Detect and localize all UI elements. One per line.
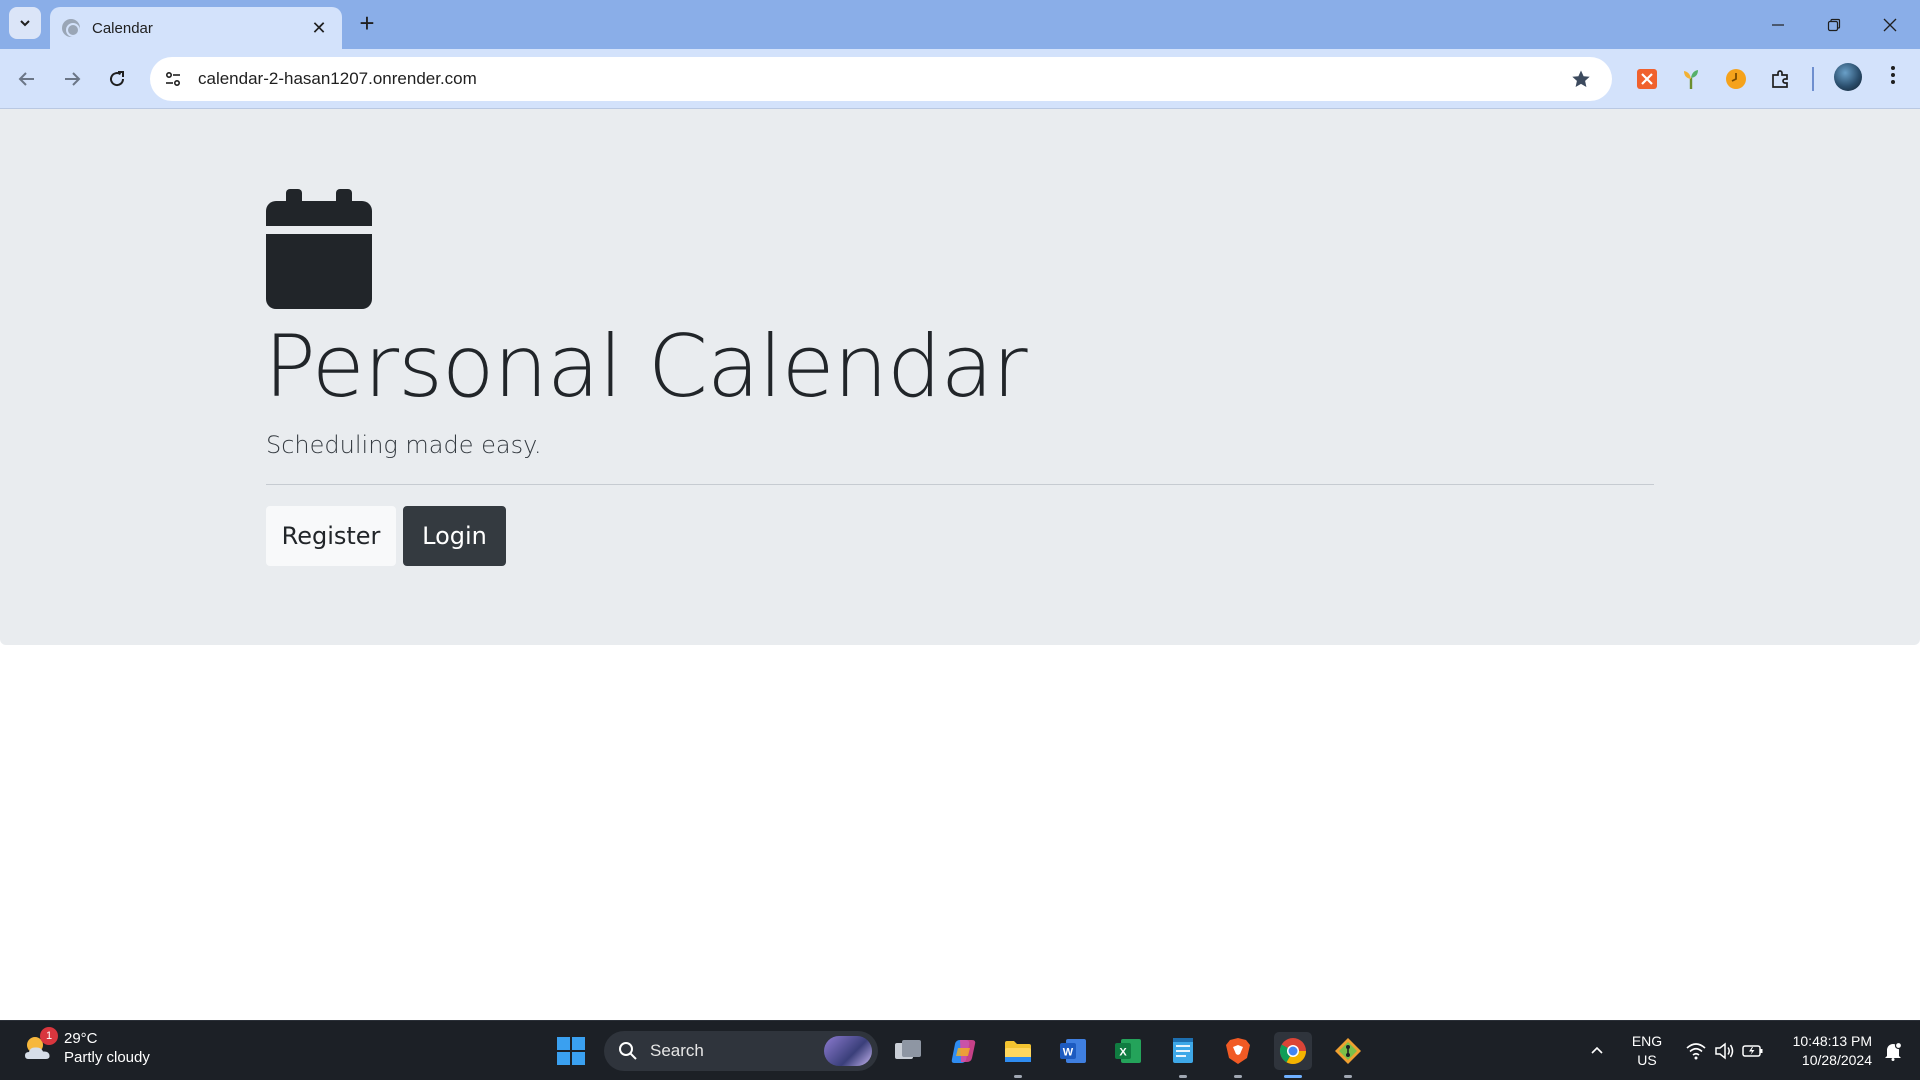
page-viewport: Personal Calendar Scheduling made easy. … [0, 109, 1920, 1020]
globe-icon [62, 19, 80, 37]
close-tab-icon[interactable]: ✕ [308, 18, 330, 39]
puzzle-brand-icon [1637, 69, 1657, 89]
tab-title: Calendar [92, 19, 153, 37]
search-highlight-image [824, 1036, 872, 1066]
notepad-button[interactable] [1164, 1032, 1202, 1078]
close-window-button[interactable] [1862, 0, 1918, 49]
forward-icon [65, 72, 81, 86]
partly-cloudy-icon: 1 [22, 1027, 58, 1065]
excel-button[interactable]: X [1109, 1032, 1147, 1070]
volume-icon [1715, 1042, 1734, 1060]
svg-text:X: X [1119, 1047, 1127, 1059]
notification-bell-icon [1885, 1041, 1903, 1061]
divider [266, 484, 1654, 485]
browser-toolbar: calendar-2-hasan1207.onrender.com [0, 49, 1920, 109]
extensions-button[interactable] [1768, 66, 1794, 92]
file-explorer-button[interactable] [999, 1032, 1037, 1078]
forward-button[interactable] [55, 62, 89, 96]
extensions-icon [1772, 70, 1788, 88]
language-code: ENG [1631, 1033, 1663, 1049]
tab-list-button[interactable] [9, 7, 41, 39]
more-icon [1891, 66, 1895, 84]
back-button[interactable] [10, 62, 44, 96]
timer-icon [1726, 69, 1746, 89]
battery-charging-icon [1742, 1045, 1763, 1057]
start-button[interactable] [552, 1032, 590, 1070]
back-icon [18, 72, 34, 86]
word-icon: W [1060, 1039, 1086, 1063]
star-icon [1572, 70, 1590, 87]
git-button[interactable] [1329, 1032, 1367, 1078]
chevron-down-icon [20, 20, 30, 27]
site-info-icon [165, 71, 181, 87]
quick-settings-button[interactable] [1682, 1021, 1768, 1080]
more-menu-button[interactable] [1880, 63, 1906, 95]
running-indicator [1179, 1075, 1187, 1078]
excel-icon: X [1115, 1039, 1141, 1063]
task-view-button[interactable] [889, 1032, 927, 1070]
minimize-icon [1772, 23, 1784, 26]
search-icon [619, 1042, 637, 1060]
minimize-button[interactable] [1750, 0, 1806, 49]
url-text[interactable]: calendar-2-hasan1207.onrender.com [198, 69, 1564, 89]
task-view-icon [895, 1040, 921, 1059]
profile-avatar[interactable] [1834, 63, 1862, 91]
extension-1-button[interactable] [1634, 66, 1660, 92]
running-indicator [1234, 1075, 1242, 1078]
browser-tab[interactable]: Calendar ✕ [50, 7, 342, 49]
restore-button[interactable] [1806, 0, 1862, 49]
sprout-icon [1684, 70, 1698, 89]
show-hidden-icons-button[interactable] [1584, 1021, 1610, 1080]
extension-2-button[interactable] [1678, 66, 1704, 92]
weather-temperature: 29°C [64, 1030, 98, 1047]
chrome-icon [1279, 1038, 1307, 1065]
copilot-icon [951, 1040, 976, 1063]
restore-icon [1827, 18, 1841, 31]
svg-text:W: W [1063, 1047, 1074, 1059]
running-indicator [1014, 1075, 1022, 1078]
login-button[interactable]: Login [403, 506, 506, 566]
extension-3-button[interactable] [1723, 66, 1749, 92]
windows-start-icon [557, 1037, 585, 1065]
folder-icon [1005, 1041, 1031, 1062]
reload-icon [110, 71, 125, 87]
toolbar-separator [1812, 67, 1814, 91]
git-icon [1335, 1038, 1361, 1064]
clock-time: 10:48:13 PM [1792, 1033, 1872, 1049]
notepad-icon [1173, 1038, 1193, 1063]
weather-condition: Partly cloudy [64, 1049, 150, 1066]
chrome-button[interactable] [1274, 1032, 1312, 1078]
address-bar[interactable]: calendar-2-hasan1207.onrender.com [150, 57, 1612, 101]
clock[interactable]: 10:48:13 PM 10/28/2024 [1786, 1021, 1872, 1080]
chevron-up-icon [1591, 1046, 1603, 1054]
register-button[interactable]: Register [266, 506, 396, 566]
site-info-button[interactable] [156, 62, 190, 96]
active-indicator [1284, 1075, 1302, 1078]
keyboard-region: US [1637, 1052, 1657, 1068]
bookmark-button[interactable] [1564, 62, 1598, 96]
running-indicator [1344, 1075, 1352, 1078]
brave-icon [1226, 1038, 1250, 1064]
wifi-icon [1686, 1043, 1706, 1060]
windows-taskbar: 1 29°C Partly cloudy Search W X ENG US 1… [0, 1020, 1920, 1080]
word-button[interactable]: W [1054, 1032, 1092, 1070]
reload-button[interactable] [100, 62, 134, 96]
weather-text: 29°C Partly cloudy [64, 1029, 150, 1067]
jumbotron: Personal Calendar Scheduling made easy. … [0, 109, 1920, 645]
input-language-indicator[interactable]: ENG US [1624, 1021, 1670, 1080]
calendar-icon [266, 189, 372, 309]
page-title: Personal Calendar [264, 317, 1028, 417]
notifications-button[interactable] [1878, 1021, 1908, 1080]
search-label: Search [650, 1041, 704, 1060]
page-tagline: Scheduling made easy. [266, 431, 542, 459]
copilot-button[interactable] [944, 1032, 982, 1070]
weather-widget[interactable]: 1 29°C Partly cloudy [22, 1027, 150, 1067]
new-tab-button[interactable]: + [352, 9, 382, 39]
taskbar-search[interactable]: Search [604, 1031, 878, 1071]
clock-date: 10/28/2024 [1801, 1052, 1872, 1068]
weather-badge: 1 [40, 1027, 58, 1045]
close-window-icon [1883, 18, 1897, 31]
brave-button[interactable] [1219, 1032, 1257, 1078]
browser-tab-bar: Calendar ✕ + [0, 0, 1920, 49]
